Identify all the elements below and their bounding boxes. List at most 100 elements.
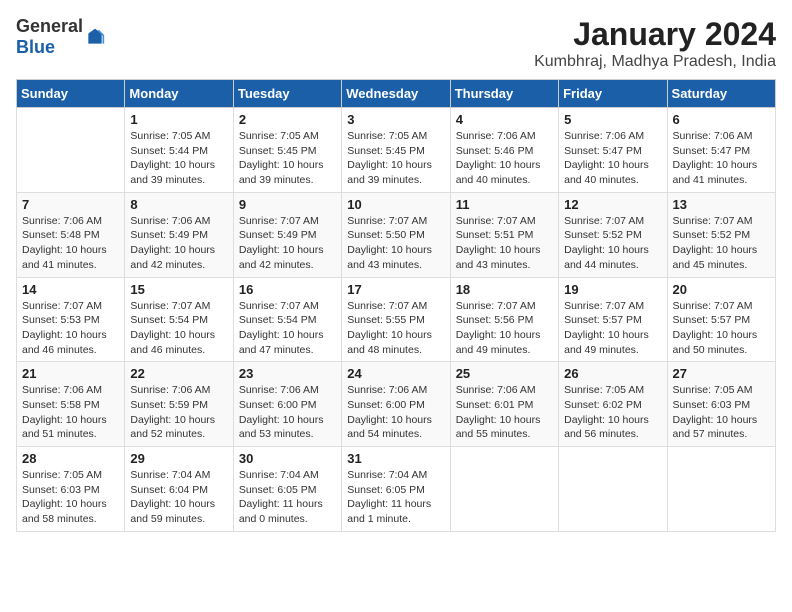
day-cell — [667, 447, 775, 532]
day-info: Sunrise: 7:07 AM Sunset: 5:54 PM Dayligh… — [130, 299, 227, 358]
day-number: 17 — [347, 282, 444, 297]
day-number: 28 — [22, 451, 119, 466]
day-info: Sunrise: 7:05 AM Sunset: 6:03 PM Dayligh… — [673, 383, 770, 442]
day-number: 13 — [673, 197, 770, 212]
day-number: 8 — [130, 197, 227, 212]
day-cell: 20 Sunrise: 7:07 AM Sunset: 5:57 PM Dayli… — [667, 277, 775, 362]
col-thursday: Thursday — [450, 80, 558, 108]
col-saturday: Saturday — [667, 80, 775, 108]
day-number: 18 — [456, 282, 553, 297]
day-info: Sunrise: 7:06 AM Sunset: 5:47 PM Dayligh… — [673, 129, 770, 188]
main-title: January 2024 — [534, 16, 776, 53]
day-number: 1 — [130, 112, 227, 127]
day-number: 29 — [130, 451, 227, 466]
day-cell: 15Sunrise: 7:07 AM Sunset: 5:54 PM Dayli… — [125, 277, 233, 362]
day-cell: 23Sunrise: 7:06 AM Sunset: 6:00 PM Dayli… — [233, 362, 341, 447]
day-cell: 13Sunrise: 7:07 AM Sunset: 5:52 PM Dayli… — [667, 192, 775, 277]
col-friday: Friday — [559, 80, 667, 108]
day-info: Sunrise: 7:07 AM Sunset: 5:55 PM Dayligh… — [347, 299, 444, 358]
logo-text: General Blue — [16, 16, 83, 58]
day-cell: 18 Sunrise: 7:07 AM Sunset: 5:56 PM Dayli… — [450, 277, 558, 362]
day-cell: 31 Sunrise: 7:04 AM Sunset: 6:05 PM Dayli… — [342, 447, 450, 532]
day-cell: 10 Sunrise: 7:07 AM Sunset: 5:50 PM Dayli… — [342, 192, 450, 277]
day-cell: 27 Sunrise: 7:05 AM Sunset: 6:03 PM Dayli… — [667, 362, 775, 447]
day-number: 23 — [239, 366, 336, 381]
day-info: Sunrise: 7:05 AM Sunset: 5:44 PM Dayligh… — [130, 129, 227, 188]
day-number: 20 — [673, 282, 770, 297]
day-cell: 14 Sunrise: 7:07 AM Sunset: 5:53 PM Dayli… — [17, 277, 125, 362]
day-number: 26 — [564, 366, 661, 381]
day-info: Sunrise: 7:06 AM Sunset: 6:00 PM Dayligh… — [347, 383, 444, 442]
day-cell: 25 Sunrise: 7:06 AM Sunset: 6:01 PM Dayli… — [450, 362, 558, 447]
day-info: Sunrise: 7:06 AM Sunset: 5:46 PM Dayligh… — [456, 129, 553, 188]
day-cell: 11 Sunrise: 7:07 AM Sunset: 5:51 PM Dayli… — [450, 192, 558, 277]
calendar-table: Sunday Monday Tuesday Wednesday Thursday… — [16, 79, 776, 532]
day-info: Sunrise: 7:07 AM Sunset: 5:49 PM Dayligh… — [239, 214, 336, 273]
day-number: 25 — [456, 366, 553, 381]
col-tuesday: Tuesday — [233, 80, 341, 108]
day-number: 12 — [564, 197, 661, 212]
logo: General Blue — [16, 16, 105, 58]
day-info: Sunrise: 7:05 AM Sunset: 6:03 PM Dayligh… — [22, 468, 119, 527]
day-cell — [450, 447, 558, 532]
day-number: 14 — [22, 282, 119, 297]
header-row: Sunday Monday Tuesday Wednesday Thursday… — [17, 80, 776, 108]
day-number: 7 — [22, 197, 119, 212]
day-cell — [559, 447, 667, 532]
day-info: Sunrise: 7:05 AM Sunset: 5:45 PM Dayligh… — [347, 129, 444, 188]
week-row-2: 7 Sunrise: 7:06 AM Sunset: 5:48 PM Daylig… — [17, 192, 776, 277]
day-info: Sunrise: 7:06 AM Sunset: 5:59 PM Dayligh… — [130, 383, 227, 442]
week-row-3: 14 Sunrise: 7:07 AM Sunset: 5:53 PM Dayli… — [17, 277, 776, 362]
day-info: Sunrise: 7:07 AM Sunset: 5:53 PM Dayligh… — [22, 299, 119, 358]
day-cell: 21 Sunrise: 7:06 AM Sunset: 5:58 PM Dayli… — [17, 362, 125, 447]
day-cell: 9 Sunrise: 7:07 AM Sunset: 5:49 PM Daylig… — [233, 192, 341, 277]
day-cell: 19 Sunrise: 7:07 AM Sunset: 5:57 PM Dayli… — [559, 277, 667, 362]
day-info: Sunrise: 7:06 AM Sunset: 6:01 PM Dayligh… — [456, 383, 553, 442]
day-number: 22 — [130, 366, 227, 381]
day-number: 24 — [347, 366, 444, 381]
day-number: 9 — [239, 197, 336, 212]
day-info: Sunrise: 7:04 AM Sunset: 6:05 PM Dayligh… — [347, 468, 444, 527]
day-info: Sunrise: 7:07 AM Sunset: 5:57 PM Dayligh… — [564, 299, 661, 358]
week-row-4: 21 Sunrise: 7:06 AM Sunset: 5:58 PM Dayli… — [17, 362, 776, 447]
day-cell: 12Sunrise: 7:07 AM Sunset: 5:52 PM Dayli… — [559, 192, 667, 277]
logo-blue: Blue — [16, 37, 55, 57]
day-info: Sunrise: 7:07 AM Sunset: 5:50 PM Dayligh… — [347, 214, 444, 273]
day-cell: 8 Sunrise: 7:06 AM Sunset: 5:49 PM Daylig… — [125, 192, 233, 277]
day-info: Sunrise: 7:04 AM Sunset: 6:04 PM Dayligh… — [130, 468, 227, 527]
day-info: Sunrise: 7:05 AM Sunset: 6:02 PM Dayligh… — [564, 383, 661, 442]
day-number: 19 — [564, 282, 661, 297]
logo-icon — [85, 27, 105, 47]
day-cell: 4Sunrise: 7:06 AM Sunset: 5:46 PM Daylig… — [450, 108, 558, 193]
day-number: 21 — [22, 366, 119, 381]
day-number: 10 — [347, 197, 444, 212]
day-number: 27 — [673, 366, 770, 381]
day-cell: 7 Sunrise: 7:06 AM Sunset: 5:48 PM Daylig… — [17, 192, 125, 277]
day-cell: 29 Sunrise: 7:04 AM Sunset: 6:04 PM Dayli… — [125, 447, 233, 532]
title-section: January 2024 Kumbhraj, Madhya Pradesh, I… — [534, 16, 776, 71]
day-info: Sunrise: 7:06 AM Sunset: 5:58 PM Dayligh… — [22, 383, 119, 442]
day-number: 31 — [347, 451, 444, 466]
day-cell: 28 Sunrise: 7:05 AM Sunset: 6:03 PM Dayli… — [17, 447, 125, 532]
day-info: Sunrise: 7:07 AM Sunset: 5:54 PM Dayligh… — [239, 299, 336, 358]
day-info: Sunrise: 7:06 AM Sunset: 5:48 PM Dayligh… — [22, 214, 119, 273]
col-sunday: Sunday — [17, 80, 125, 108]
day-cell — [17, 108, 125, 193]
day-info: Sunrise: 7:07 AM Sunset: 5:56 PM Dayligh… — [456, 299, 553, 358]
sub-title: Kumbhraj, Madhya Pradesh, India — [534, 53, 776, 71]
day-cell: 17 Sunrise: 7:07 AM Sunset: 5:55 PM Dayli… — [342, 277, 450, 362]
day-cell: 1 Sunrise: 7:05 AM Sunset: 5:44 PM Daylig… — [125, 108, 233, 193]
day-number: 16 — [239, 282, 336, 297]
day-number: 5 — [564, 112, 661, 127]
day-info: Sunrise: 7:07 AM Sunset: 5:51 PM Dayligh… — [456, 214, 553, 273]
page-container: General Blue January 2024 Kumbhraj, Madh… — [16, 16, 776, 532]
week-row-5: 28 Sunrise: 7:05 AM Sunset: 6:03 PM Dayli… — [17, 447, 776, 532]
logo-general: General — [16, 16, 83, 36]
day-cell: 3Sunrise: 7:05 AM Sunset: 5:45 PM Daylig… — [342, 108, 450, 193]
day-cell: 24 Sunrise: 7:06 AM Sunset: 6:00 PM Dayli… — [342, 362, 450, 447]
day-number: 11 — [456, 197, 553, 212]
day-cell: 26 Sunrise: 7:05 AM Sunset: 6:02 PM Dayli… — [559, 362, 667, 447]
day-cell: 16 Sunrise: 7:07 AM Sunset: 5:54 PM Dayli… — [233, 277, 341, 362]
day-info: Sunrise: 7:07 AM Sunset: 5:57 PM Dayligh… — [673, 299, 770, 358]
day-info: Sunrise: 7:06 AM Sunset: 5:49 PM Dayligh… — [130, 214, 227, 273]
